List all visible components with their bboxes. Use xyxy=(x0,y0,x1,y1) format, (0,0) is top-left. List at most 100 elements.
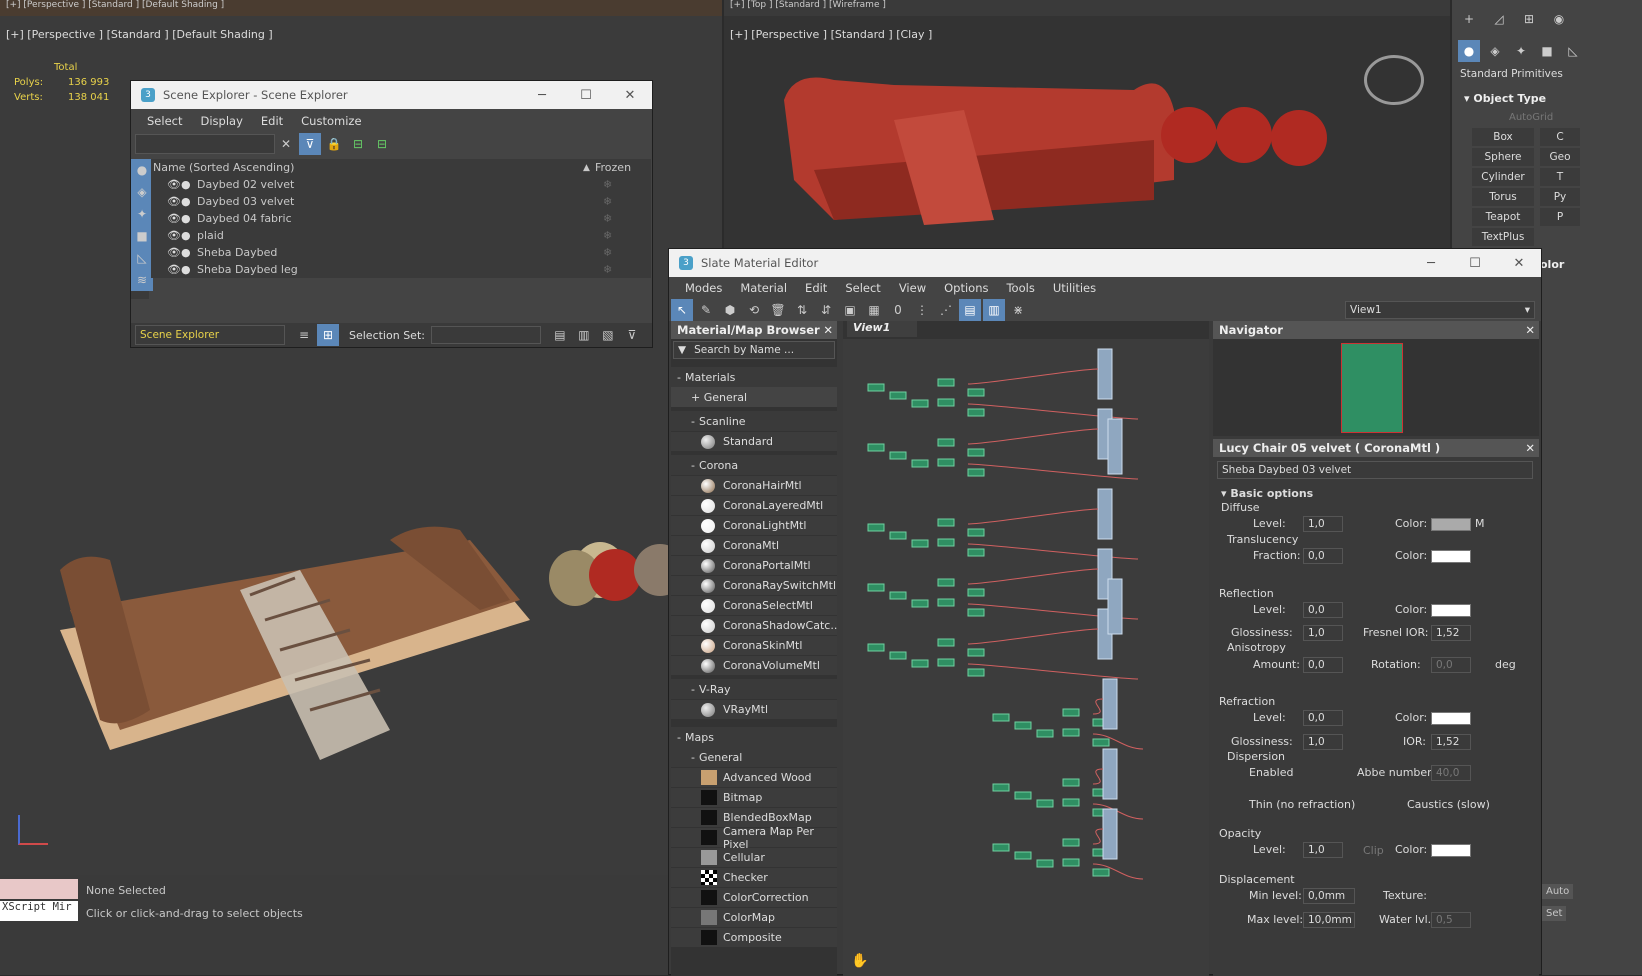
visibility-eye-icon[interactable]: 👁 xyxy=(167,229,181,242)
set-key-button[interactable]: Set xyxy=(1542,906,1567,921)
map-node[interactable] xyxy=(967,468,985,477)
close-icon[interactable]: ✕ xyxy=(823,323,837,337)
material-browser-toggle-icon[interactable]: ▤ xyxy=(959,299,981,321)
rotation-spinner[interactable]: 0,0 xyxy=(1431,657,1471,673)
layout-children-icon[interactable]: ⋰ xyxy=(935,299,957,321)
assign-material-icon[interactable]: ⬢ xyxy=(719,299,741,321)
filter-spacewarps-icon[interactable]: ≋ xyxy=(131,269,153,291)
map-node[interactable] xyxy=(937,598,955,607)
frozen-toggle-icon[interactable]: ❄ xyxy=(603,246,612,259)
funnel-icon[interactable]: ⊽ xyxy=(621,324,643,346)
map-node[interactable] xyxy=(1014,791,1032,800)
map-node[interactable] xyxy=(937,658,955,667)
refraction-glossiness-spinner[interactable]: 1,0 xyxy=(1303,734,1343,750)
viewport-label-clay[interactable]: [+] [Perspective ] [Standard ] [Clay ] xyxy=(730,28,932,41)
clip-checkbox[interactable]: Clip xyxy=(1363,844,1384,857)
render-dot-icon[interactable]: ● xyxy=(181,212,193,225)
map-node[interactable] xyxy=(967,448,985,457)
map-node[interactable] xyxy=(967,648,985,657)
explorer-row[interactable]: 👁 ● plaid ❄ xyxy=(151,227,651,244)
map-node[interactable] xyxy=(1062,728,1080,737)
hierarchy-tab-icon[interactable]: ⊞ xyxy=(1518,8,1540,30)
parameter-editor-toggle-icon[interactable]: ▥ xyxy=(983,299,1005,321)
teapot-button[interactable]: Teapot xyxy=(1472,208,1534,226)
menu-view[interactable]: View xyxy=(891,281,934,295)
visibility-eye-icon[interactable]: 👁 xyxy=(167,212,181,225)
delete-icon[interactable]: 🗑 xyxy=(767,299,789,321)
map-node[interactable] xyxy=(867,583,885,592)
close-icon[interactable]: ✕ xyxy=(1525,323,1539,337)
filter-shapes-icon[interactable]: ◈ xyxy=(131,181,153,203)
close-icon[interactable]: ✕ xyxy=(1497,256,1541,271)
refraction-level-spinner[interactable]: 0,0 xyxy=(1303,710,1343,726)
map-item[interactable]: Checker xyxy=(671,868,837,887)
category-corona[interactable]: - Corona xyxy=(671,455,837,475)
refraction-color-swatch[interactable] xyxy=(1431,712,1471,725)
map-node[interactable] xyxy=(992,843,1010,852)
map-node[interactable] xyxy=(1036,729,1054,738)
map-node[interactable] xyxy=(1014,721,1032,730)
minimize-icon[interactable]: ─ xyxy=(520,88,564,103)
category-materials[interactable]: - Materials xyxy=(671,367,837,387)
material-standard[interactable]: Standard xyxy=(671,432,837,451)
category-general[interactable]: + General xyxy=(671,387,837,407)
map-item[interactable]: Composite xyxy=(671,928,837,947)
hierarchy-sort-icon[interactable]: ⊞ xyxy=(317,324,339,346)
cone-button[interactable]: C xyxy=(1540,128,1580,146)
menu-select[interactable]: Select xyxy=(837,281,888,295)
view-dropdown[interactable]: View1 ▾ xyxy=(1345,301,1535,319)
map-node[interactable] xyxy=(867,383,885,392)
motion-tab-icon[interactable]: ◉ xyxy=(1548,8,1570,30)
amount-spinner[interactable]: 0,0 xyxy=(1303,657,1343,673)
layers-icon[interactable]: ≡ xyxy=(293,324,315,346)
helpers-icon[interactable]: ◺ xyxy=(1562,40,1584,62)
render-dot-icon[interactable]: ● xyxy=(181,246,193,259)
selection-set-dropdown[interactable] xyxy=(430,326,541,344)
map-item[interactable]: Bitmap xyxy=(671,788,837,807)
add-selection-set-icon[interactable]: ▤ xyxy=(549,324,571,346)
menu-customize[interactable]: Customize xyxy=(293,114,369,128)
pan-hand-icon[interactable]: ✋ xyxy=(851,953,868,969)
map-node[interactable] xyxy=(889,391,907,400)
map-node[interactable] xyxy=(1062,778,1080,787)
geometry-icon[interactable]: ● xyxy=(1458,40,1480,62)
map-node[interactable] xyxy=(967,668,985,677)
autogrid-checkbox[interactable]: AutoGrid xyxy=(1509,112,1553,123)
hierarchy-icon[interactable]: ⊟ xyxy=(347,133,369,155)
menu-options[interactable]: Options xyxy=(936,281,996,295)
map-node[interactable] xyxy=(937,378,955,387)
map-node[interactable] xyxy=(1036,859,1054,868)
pyramid-button[interactable]: Py xyxy=(1540,188,1580,206)
maximize-icon[interactable]: ☐ xyxy=(1453,256,1497,271)
corona-material-item[interactable]: CoronaPortalMtl xyxy=(671,556,837,575)
map-node[interactable] xyxy=(867,443,885,452)
node-canvas[interactable] xyxy=(843,339,1209,976)
material-node[interactable] xyxy=(1097,348,1113,400)
plane-button[interactable]: P xyxy=(1540,208,1580,226)
geosphere-button[interactable]: Geo xyxy=(1540,148,1580,166)
explorer-row[interactable]: 👁 ● Sheba Daybed leg ❄ xyxy=(151,261,651,278)
render-dot-icon[interactable]: ● xyxy=(181,178,193,191)
map-node[interactable] xyxy=(889,451,907,460)
object-type-rollout[interactable]: ▾ Object Type xyxy=(1464,92,1546,105)
lock-icon[interactable]: 🔒 xyxy=(323,133,345,155)
map-item[interactable]: ColorCorrection xyxy=(671,888,837,907)
filter-cameras-icon[interactable]: ■ xyxy=(131,225,153,247)
dispersion-enabled-checkbox[interactable]: Enabled xyxy=(1249,766,1293,779)
fraction-spinner[interactable]: 0,0 xyxy=(1303,548,1343,564)
reflection-level-spinner[interactable]: 0,0 xyxy=(1303,602,1343,618)
torus-button[interactable]: Torus xyxy=(1472,188,1534,206)
map-node[interactable] xyxy=(992,713,1010,722)
viewport-perspective-right[interactable]: [+] [Top ] [Standard ] [Wireframe ] [+] … xyxy=(724,0,1450,250)
map-node[interactable] xyxy=(911,399,929,408)
explorer-name-dropdown[interactable]: Scene Explorer xyxy=(135,325,285,345)
slate-titlebar[interactable]: 3 Slate Material Editor ─ ☐ ✕ xyxy=(669,249,1541,277)
explorer-row[interactable]: 👁 ● Daybed 03 velvet ❄ xyxy=(151,193,651,210)
menu-material[interactable]: Material xyxy=(732,281,795,295)
map-node[interactable] xyxy=(992,783,1010,792)
map-node[interactable] xyxy=(967,548,985,557)
map-node[interactable] xyxy=(1062,858,1080,867)
category-maps-general[interactable]: - General xyxy=(671,747,837,767)
primitive-category-dropdown[interactable]: Standard Primitives xyxy=(1460,68,1563,80)
corona-material-item[interactable]: CoronaSkinMtl xyxy=(671,636,837,655)
